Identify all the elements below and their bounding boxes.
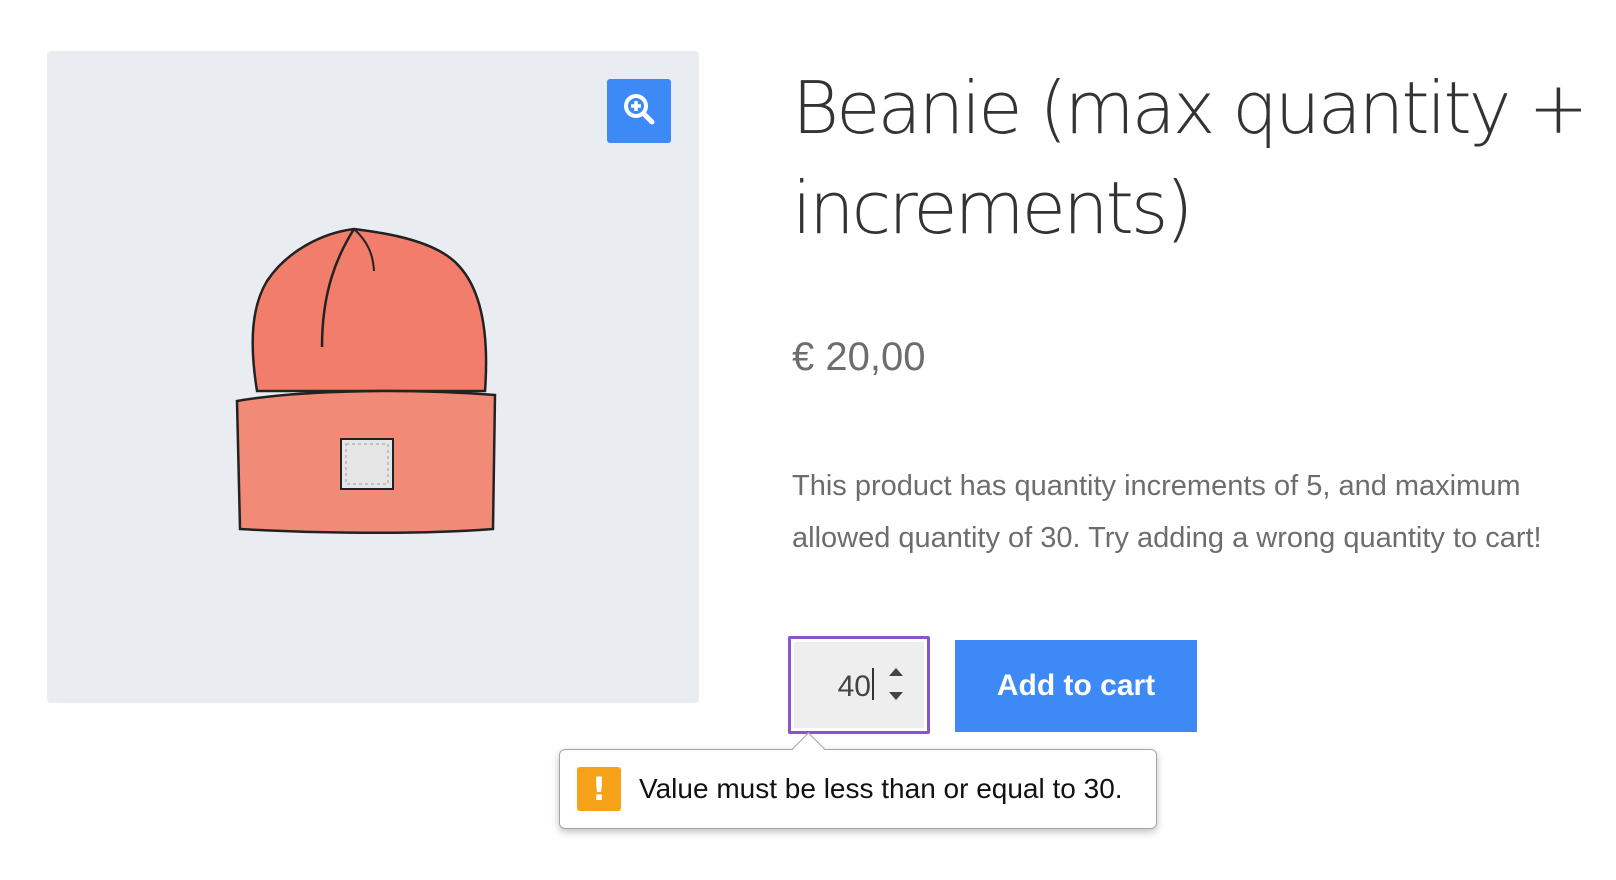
add-to-cart-button[interactable]: Add to cart bbox=[955, 640, 1197, 732]
zoom-button[interactable] bbox=[607, 79, 671, 143]
product-image-beanie[interactable] bbox=[227, 211, 517, 541]
magnifier-plus-icon bbox=[622, 92, 656, 131]
product-page: Beanie (max quantity + increments) € 20,… bbox=[0, 0, 1616, 880]
validation-tooltip: ! Value must be less than or equal to 30… bbox=[559, 732, 1157, 829]
product-gallery bbox=[47, 51, 699, 703]
text-caret bbox=[872, 668, 874, 700]
quantity-value-text: 40 bbox=[837, 670, 871, 703]
product-price: € 20,00 bbox=[792, 335, 926, 379]
quantity-stepper[interactable] bbox=[884, 662, 908, 708]
product-description: This product has quantity increments of … bbox=[792, 470, 1542, 554]
quantity-input[interactable]: 40 bbox=[788, 636, 930, 734]
increment-arrow-icon[interactable] bbox=[889, 668, 903, 676]
validation-message: Value must be less than or equal to 30. bbox=[639, 773, 1123, 804]
product-title: Beanie (max quantity + increments) bbox=[792, 66, 1589, 250]
quantity-field[interactable]: 40 bbox=[794, 642, 924, 728]
quantity-value: 40 bbox=[838, 668, 874, 704]
tooltip-arrow bbox=[792, 732, 825, 765]
decrement-arrow-icon[interactable] bbox=[889, 692, 903, 700]
exclamation-warning-icon: ! bbox=[577, 767, 621, 811]
